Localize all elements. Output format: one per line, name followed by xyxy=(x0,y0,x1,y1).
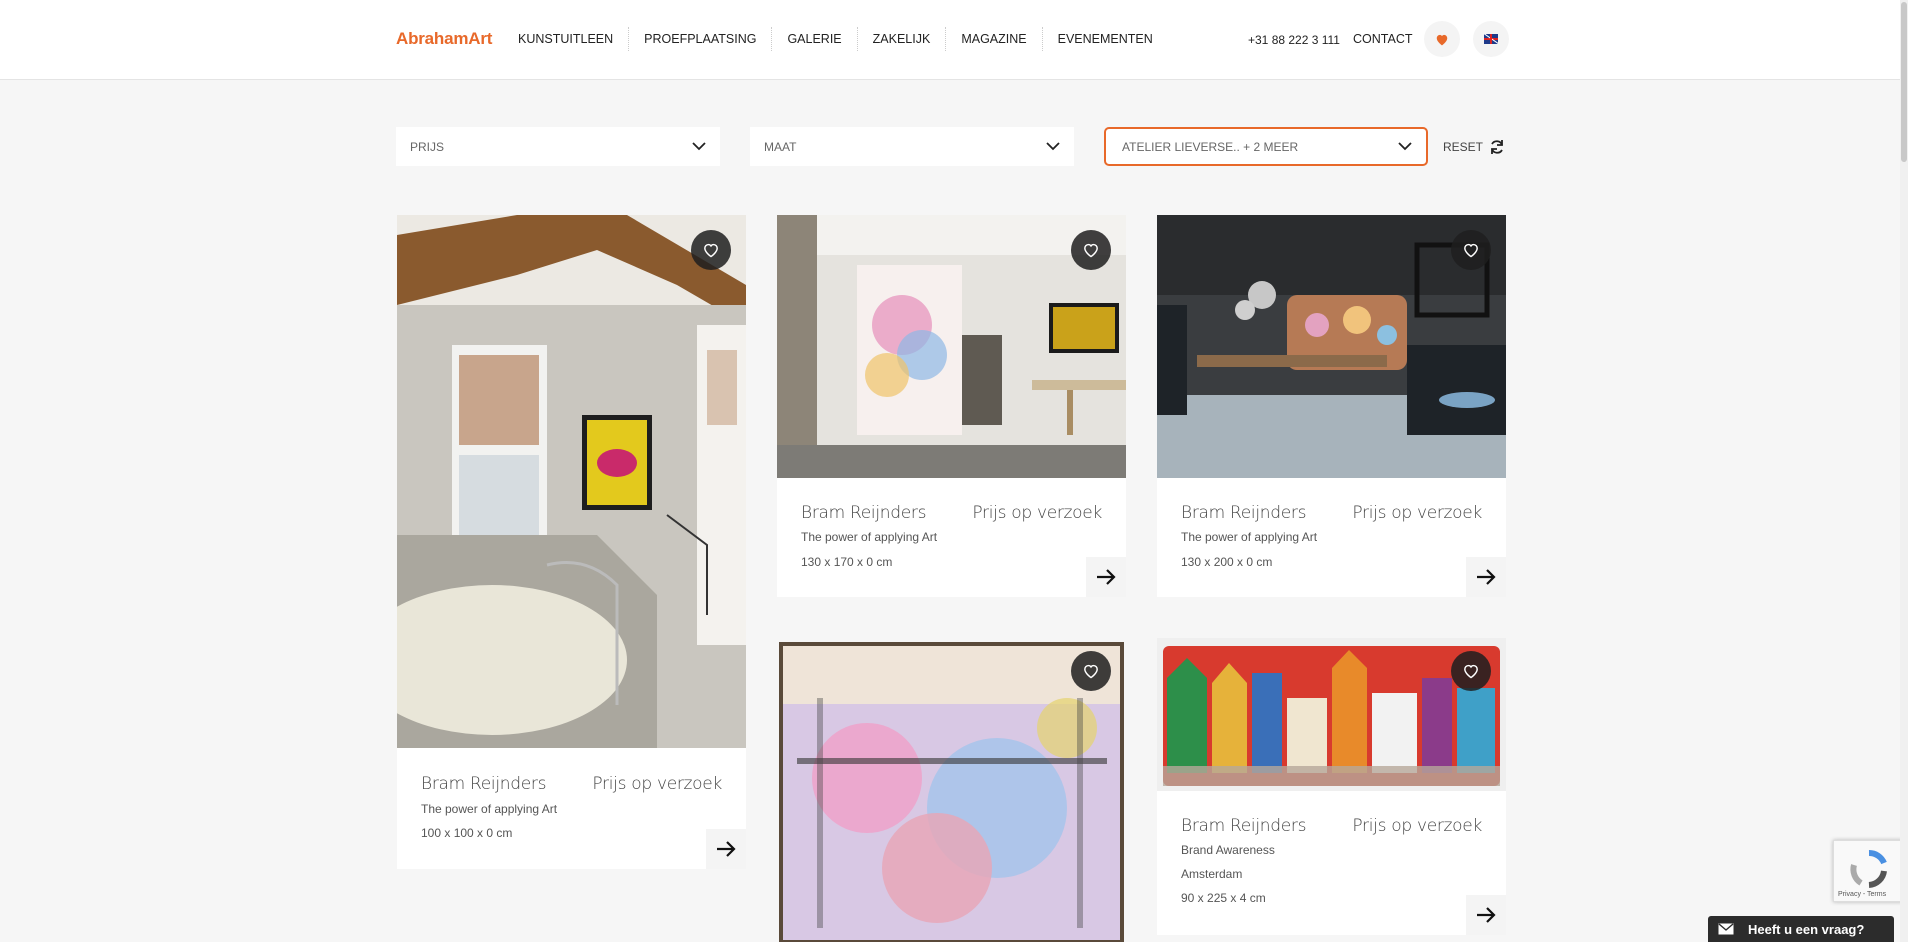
view-artwork-button[interactable] xyxy=(1086,557,1126,597)
atelier-filter-label: ATELIER LIEVERSE.. + 2 MEER xyxy=(1122,139,1299,154)
heart-icon xyxy=(1436,34,1448,45)
price-filter-dropdown[interactable]: PRIJS xyxy=(396,127,720,166)
size-filter-dropdown[interactable]: MAAT xyxy=(750,127,1074,166)
arrow-right-icon xyxy=(1477,907,1496,923)
artwork-title: The power of applying Art xyxy=(801,530,938,544)
reset-label: RESET xyxy=(1443,140,1484,154)
artist-name: Bram Reijnders xyxy=(1181,503,1307,523)
refresh-icon xyxy=(1491,140,1503,154)
artwork-card[interactable]: Bram Reijnders Prijs op verzoek The powe… xyxy=(777,215,1126,597)
recaptcha-icon xyxy=(1850,849,1887,888)
heart-outline-icon xyxy=(1084,664,1098,679)
price-label: Prijs op verzoek xyxy=(972,503,1102,523)
nav-item-evenementen[interactable]: EVENEMENTEN xyxy=(1041,27,1168,51)
chevron-down-icon xyxy=(1398,142,1412,151)
artwork-location: Amsterdam xyxy=(1181,867,1243,881)
arrow-right-icon xyxy=(1477,569,1496,585)
artwork-title: Brand Awareness xyxy=(1181,843,1275,857)
artwork-image[interactable] xyxy=(397,215,746,748)
artwork-dimensions: 130 x 170 x 0 cm xyxy=(801,555,893,569)
price-label: Prijs op verzoek xyxy=(592,774,722,794)
price-filter-label: PRIJS xyxy=(410,139,445,154)
chevron-down-icon xyxy=(692,142,706,151)
scrollbar-thumb[interactable] xyxy=(1901,2,1907,162)
language-button[interactable] xyxy=(1473,21,1509,57)
artwork-image[interactable] xyxy=(777,638,1126,942)
nav-item-kunstuitleen[interactable]: KUNSTUITLEEN xyxy=(503,27,628,51)
page-scrollbar[interactable] xyxy=(1900,0,1908,942)
site-header: AbrahamArt KUNSTUITLEEN PROEFPLAATSING G… xyxy=(0,0,1908,80)
artwork-dimensions: 90 x 225 x 4 cm xyxy=(1181,891,1266,905)
artwork-card[interactable]: Bram Reijnders Prijs op verzoek Brand Aw… xyxy=(1157,638,1506,935)
favorite-button[interactable] xyxy=(691,230,731,270)
chat-label: Heeft u een vraag? xyxy=(1748,921,1865,937)
price-label: Prijs op verzoek xyxy=(1352,503,1482,523)
heart-outline-icon xyxy=(1464,664,1478,679)
heart-outline-icon xyxy=(704,243,718,258)
nav-item-magazine[interactable]: MAGAZINE xyxy=(945,27,1041,51)
main-nav: KUNSTUITLEEN PROEFPLAATSING GALERIE ZAKE… xyxy=(503,27,1168,51)
atelier-filter-dropdown[interactable]: ATELIER LIEVERSE.. + 2 MEER xyxy=(1104,127,1428,166)
arrow-right-icon xyxy=(1097,569,1116,585)
favorite-button[interactable] xyxy=(1071,230,1111,270)
phone-number[interactable]: +31 88 222 3 111 xyxy=(1248,33,1340,47)
recaptcha-links[interactable]: Privacy - Terms xyxy=(1838,891,1886,898)
nav-item-galerie[interactable]: GALERIE xyxy=(771,27,856,51)
favorite-button[interactable] xyxy=(1071,651,1111,691)
favorites-button[interactable] xyxy=(1424,21,1460,57)
envelope-icon xyxy=(1718,923,1734,935)
artist-name: Bram Reijnders xyxy=(1181,816,1307,836)
artwork-card[interactable]: Bram Reijnders Prijs op verzoek The powe… xyxy=(397,215,746,869)
artwork-card[interactable]: Bram Reijnders Prijs op verzoek The powe… xyxy=(1157,215,1506,597)
recaptcha-badge[interactable]: Privacy - Terms xyxy=(1833,840,1904,902)
chevron-down-icon xyxy=(1046,142,1060,151)
view-artwork-button[interactable] xyxy=(706,829,746,869)
arrow-right-icon xyxy=(717,841,736,857)
heart-outline-icon xyxy=(1084,243,1098,258)
artwork-title: The power of applying Art xyxy=(1181,530,1318,544)
nav-item-proefplaatsing[interactable]: PROEFPLAATSING xyxy=(628,27,771,51)
nav-item-zakelijk[interactable]: ZAKELIJK xyxy=(856,27,946,51)
site-logo[interactable]: AbrahamArt xyxy=(396,29,492,49)
contact-link[interactable]: CONTACT xyxy=(1353,32,1413,46)
view-artwork-button[interactable] xyxy=(1466,557,1506,597)
favorite-button[interactable] xyxy=(1451,230,1491,270)
artist-name: Bram Reijnders xyxy=(421,774,547,794)
artwork-dimensions: 100 x 100 x 0 cm xyxy=(421,826,513,840)
view-artwork-button[interactable] xyxy=(1466,895,1506,935)
chat-widget-button[interactable]: Heeft u een vraag? xyxy=(1708,916,1894,942)
size-filter-label: MAAT xyxy=(764,139,797,154)
price-label: Prijs op verzoek xyxy=(1352,816,1482,836)
artist-name: Bram Reijnders xyxy=(801,503,927,523)
heart-outline-icon xyxy=(1464,243,1478,258)
artwork-card[interactable] xyxy=(777,638,1126,942)
reset-filters-button[interactable]: RESET xyxy=(1443,139,1505,155)
uk-flag-icon xyxy=(1484,34,1498,44)
artwork-title: The power of applying Art xyxy=(421,802,558,816)
favorite-button[interactable] xyxy=(1451,651,1491,691)
artwork-dimensions: 130 x 200 x 0 cm xyxy=(1181,555,1273,569)
